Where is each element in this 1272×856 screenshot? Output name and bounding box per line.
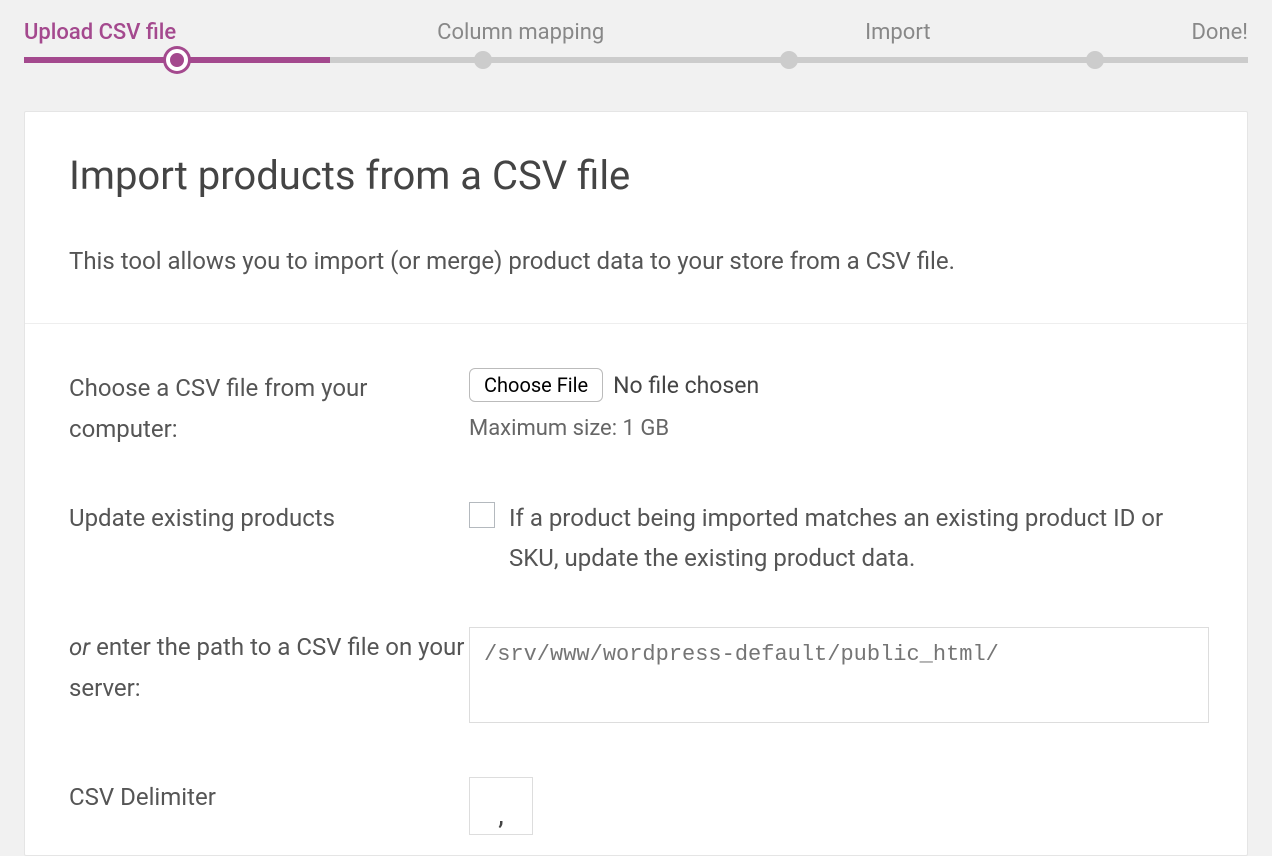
row-update-existing: Update existing products If a product be…	[69, 498, 1203, 580]
step-import[interactable]: Import	[865, 20, 930, 45]
page-description: This tool allows you to import (or merge…	[69, 243, 1203, 279]
update-existing-checkbox[interactable]	[469, 502, 495, 528]
delimiter-label: CSV Delimiter	[69, 777, 469, 835]
delimiter-input[interactable]	[469, 777, 533, 835]
row-choose-file: Choose a CSV file from your computer: Ch…	[69, 368, 1203, 450]
choose-file-button[interactable]: Choose File	[469, 368, 603, 402]
form-body: Choose a CSV file from your computer: Ch…	[25, 324, 1247, 855]
server-path-input[interactable]	[469, 627, 1209, 723]
file-size-hint: Maximum size: 1 GB	[469, 416, 1203, 441]
progress-dot-3	[780, 51, 798, 69]
step-done[interactable]: Done!	[1191, 20, 1247, 45]
progress-bar	[24, 57, 1248, 63]
row-server-path: or enter the path to a CSV file on your …	[69, 627, 1203, 729]
step-upload[interactable]: Upload CSV file	[24, 20, 176, 45]
file-status: No file chosen	[613, 372, 759, 399]
progress-dot-2	[474, 51, 492, 69]
progress-stepper: Upload CSV file Column mapping Import Do…	[0, 0, 1272, 63]
import-card: Import products from a CSV file This too…	[24, 111, 1248, 856]
row-delimiter: CSV Delimiter	[69, 777, 1203, 835]
progress-dot-4	[1086, 51, 1104, 69]
choose-file-label: Choose a CSV file from your computer:	[69, 368, 469, 450]
step-mapping[interactable]: Column mapping	[437, 20, 604, 45]
update-existing-description: If a product being imported matches an e…	[509, 498, 1203, 580]
server-path-label: or enter the path to a CSV file on your …	[69, 627, 469, 729]
card-header: Import products from a CSV file This too…	[25, 112, 1247, 324]
progress-dot-1	[166, 49, 188, 71]
page-title: Import products from a CSV file	[69, 152, 1203, 199]
update-existing-label: Update existing products	[69, 498, 469, 580]
